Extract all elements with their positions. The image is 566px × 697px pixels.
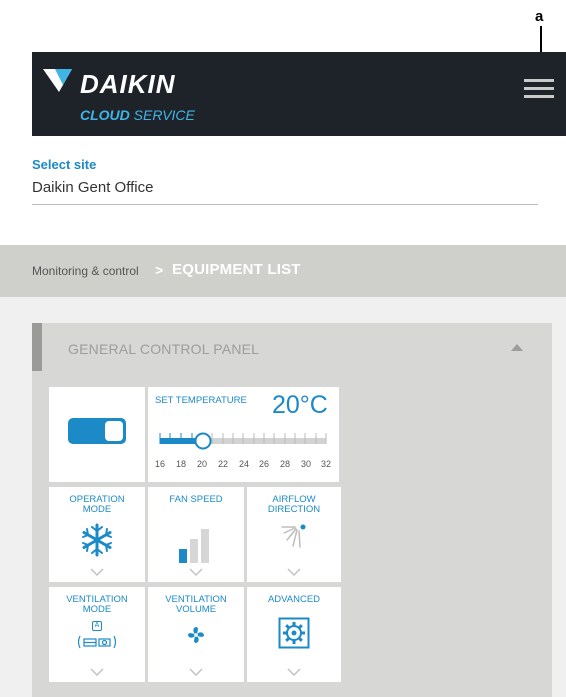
airflow-direction-label-line2: DIRECTION: [267, 504, 321, 515]
ventilation-mode-label: VENTILATION MODE: [49, 595, 145, 615]
chevron-down-icon: [90, 568, 104, 576]
app-header: DAIKIN CLOUD SERVICE: [32, 52, 566, 136]
brand-name: DAIKIN: [80, 69, 176, 99]
gear-icon: [278, 617, 310, 649]
operation-mode-tile[interactable]: OPERATION MODE: [49, 487, 145, 582]
temperature-slider[interactable]: [148, 427, 339, 457]
scale-tick: 26: [258, 459, 270, 469]
scale-tick: 22: [217, 459, 229, 469]
ventilation-volume-label-line2: VOLUME: [175, 604, 217, 615]
ventilation-mode-auto-glyph: A: [92, 621, 102, 631]
fan-speed-bar: [179, 549, 187, 563]
airflow-icon: [281, 524, 306, 548]
scale-tick: 16: [154, 459, 166, 469]
breadcrumb: Monitoring & control > EQUIPMENT LIST: [0, 245, 566, 297]
ventilation-mode-label-line2: MODE: [82, 604, 112, 615]
panel-title[interactable]: GENERAL CONTROL PANEL: [68, 341, 259, 357]
scale-tick: 32: [320, 459, 332, 469]
chevron-down-icon: [287, 568, 301, 576]
daikin-logo-icon: [43, 69, 72, 92]
brand-subtitle: CLOUD SERVICE: [80, 107, 195, 123]
brand-subtitle-bold: CLOUD: [80, 107, 130, 123]
general-control-panel: GENERAL CONTROL PANEL SET TEMPERATURE 20…: [32, 323, 552, 697]
scale-tick: 20: [196, 459, 208, 469]
site-label: Select site: [32, 157, 97, 172]
advanced-tile[interactable]: ADVANCED: [247, 587, 341, 682]
set-temperature-label: SET TEMPERATURE: [155, 395, 247, 406]
fan-icon: [188, 627, 204, 643]
set-temperature-value: 20°C: [272, 391, 328, 419]
scale-tick: 24: [238, 459, 250, 469]
ventilation-mode-tile[interactable]: VENTILATION MODE A: [49, 587, 145, 682]
snowflake-icon: [82, 523, 112, 557]
fan-speed-bars-icon: [179, 529, 209, 563]
callout-label: a: [535, 8, 544, 25]
advanced-label: ADVANCED: [267, 594, 321, 605]
chevron-down-icon: [189, 668, 203, 676]
site-select[interactable]: Daikin Gent Office: [32, 179, 153, 196]
breadcrumb-parent-link[interactable]: Monitoring & control: [32, 264, 139, 278]
temperature-scale: 16 18 20 22 24 26 28 30 32: [154, 459, 338, 471]
collapse-caret-icon[interactable]: [511, 344, 523, 351]
breadcrumb-current: EQUIPMENT LIST: [172, 261, 301, 278]
airflow-direction-label: AIRFLOW DIRECTION: [247, 495, 341, 515]
hamburger-menu-icon[interactable]: [524, 79, 554, 101]
power-toggle[interactable]: [68, 418, 126, 444]
scale-tick: 28: [279, 459, 291, 469]
fan-speed-bar: [190, 539, 198, 563]
brand-subtitle-light: SERVICE: [133, 107, 195, 123]
chevron-down-icon: [90, 668, 104, 676]
fan-speed-bar: [201, 529, 209, 563]
breadcrumb-separator: >: [155, 262, 164, 278]
power-tile: [49, 387, 145, 482]
ventilation-volume-tile[interactable]: VENTILATION VOLUME: [148, 587, 244, 682]
panel-accent-bar: [32, 323, 42, 371]
operation-mode-label-line2: MODE: [82, 504, 112, 515]
fan-speed-tile[interactable]: FAN SPEED: [148, 487, 244, 582]
scale-tick: 30: [300, 459, 312, 469]
airflow-direction-tile[interactable]: AIRFLOW DIRECTION: [247, 487, 341, 582]
scale-tick: 18: [175, 459, 187, 469]
site-underline: [32, 204, 538, 205]
ventilation-volume-label: VENTILATION VOLUME: [148, 595, 244, 615]
set-temperature-tile: SET TEMPERATURE 20°C 16 18 20 22 24 26 2…: [148, 387, 339, 482]
ventilation-mode-icon: [77, 635, 117, 649]
power-toggle-knob: [105, 421, 123, 441]
chevron-down-icon: [287, 668, 301, 676]
fan-speed-label: FAN SPEED: [169, 494, 223, 505]
chevron-down-icon: [189, 568, 203, 576]
operation-mode-label: OPERATION MODE: [49, 495, 145, 515]
